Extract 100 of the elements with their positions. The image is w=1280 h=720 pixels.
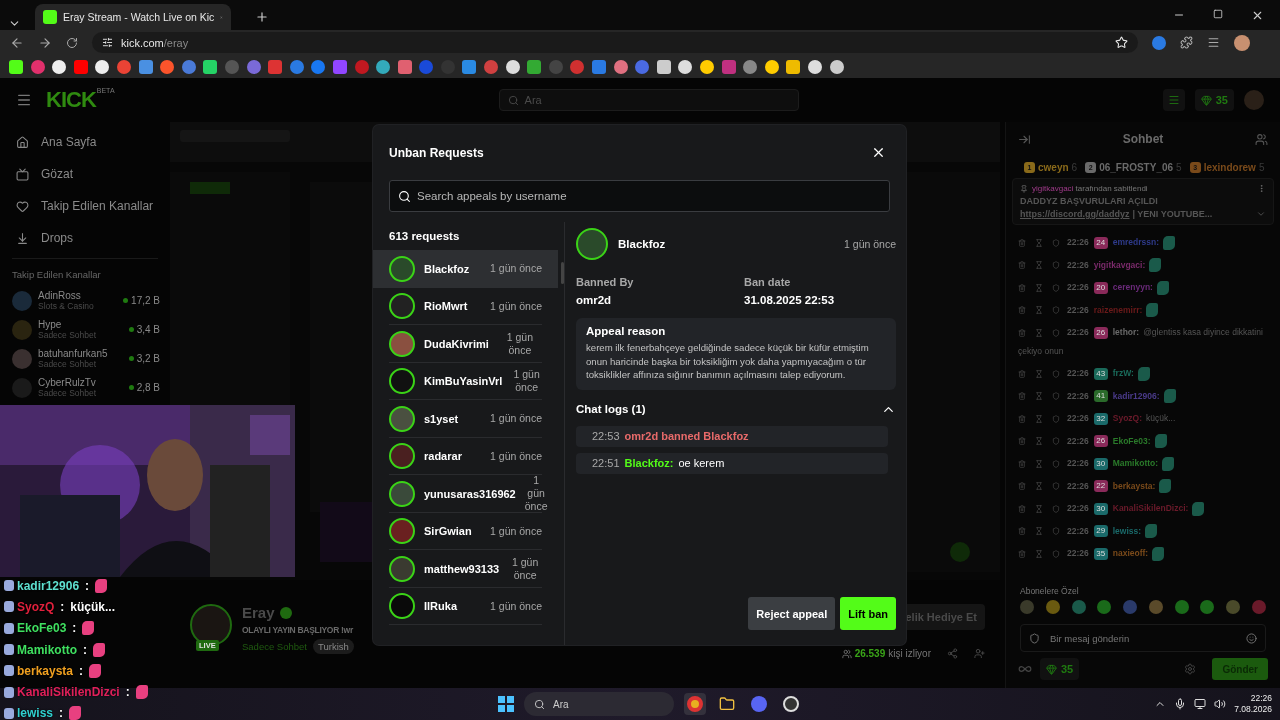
trash-icon[interactable]	[1018, 459, 1026, 468]
emote-icon[interactable]	[1071, 600, 1086, 614]
trash-icon[interactable]	[1018, 283, 1026, 292]
hourglass-icon[interactable]	[1035, 238, 1043, 247]
taskbar-search[interactable]: Ara	[524, 692, 674, 716]
restore-icon[interactable]	[1213, 8, 1223, 19]
trash-icon[interactable]	[1018, 437, 1026, 446]
hourglass-icon[interactable]	[1035, 306, 1043, 315]
settings-icon[interactable]	[1184, 663, 1197, 675]
collapse-chat-icon[interactable]	[1018, 132, 1031, 146]
bookmark-star-icon[interactable]	[1115, 36, 1128, 49]
hourglass-icon[interactable]	[1035, 482, 1043, 491]
trash-icon[interactable]	[1018, 369, 1026, 378]
channel-item[interactable]: AdinRoss Slots & Casino 17,2 B	[12, 286, 170, 315]
nav-item[interactable]: Takip Edilen Kanallar	[12, 190, 170, 222]
hourglass-icon[interactable]	[1035, 261, 1043, 270]
trash-icon[interactable]	[1018, 238, 1026, 247]
message-field[interactable]: Bir mesaj gönderin	[1020, 624, 1266, 652]
trash-icon[interactable]	[1018, 328, 1026, 337]
back-icon[interactable]	[10, 35, 24, 50]
follow-icon[interactable]	[974, 648, 985, 659]
profile-avatar[interactable]	[1234, 34, 1250, 51]
chat-message: 22:26 29 lewiss:	[1018, 521, 1272, 540]
section-title: Takip Edilen Kanallar	[12, 269, 102, 280]
trash-icon[interactable]	[1018, 306, 1026, 315]
hourglass-icon[interactable]	[1035, 392, 1043, 401]
bookmark-icon[interactable]	[786, 59, 801, 74]
badge-icon	[4, 622, 14, 634]
request-item[interactable]: IlRuka 1 gün önce	[373, 587, 558, 625]
emote-icon[interactable]	[1020, 600, 1034, 614]
channel-item[interactable]: Hype Sadece Sohbet 3,4 B	[12, 315, 170, 344]
share-icon[interactable]	[947, 648, 958, 659]
channel-item[interactable]: batuhanfurkan5 Sadece Sohbet 3,2 B	[12, 344, 170, 373]
channel-item[interactable]: CyberRulzTv Sadece Sohbet 2,8 B	[12, 373, 170, 402]
browser-app-icon[interactable]	[684, 693, 706, 715]
trash-icon[interactable]	[1018, 549, 1026, 558]
emote-icon[interactable]	[1123, 600, 1138, 614]
bookmark-icon[interactable]	[656, 59, 671, 74]
hourglass-icon[interactable]	[1035, 459, 1043, 468]
emote-icon[interactable]	[1226, 600, 1241, 614]
start-icon[interactable]	[498, 696, 514, 712]
clock[interactable]: 22:26 7.08.2026	[1234, 693, 1272, 715]
trash-icon[interactable]	[1018, 414, 1026, 423]
bookmark-icon[interactable]	[376, 59, 391, 74]
emote-icon[interactable]	[1174, 600, 1189, 614]
bookmark-icon[interactable]	[764, 59, 779, 74]
emote-icon[interactable]	[1097, 600, 1112, 614]
channel-name: Eray	[242, 604, 354, 621]
hourglass-icon[interactable]	[1035, 549, 1043, 558]
library-button[interactable]	[1162, 89, 1185, 111]
extensions-icon[interactable]	[1180, 36, 1193, 49]
lift-ban-button[interactable]: Lift ban	[840, 597, 896, 630]
hourglass-icon[interactable]	[1035, 437, 1043, 446]
volume-icon[interactable]	[1214, 698, 1227, 710]
hourglass-icon[interactable]	[1035, 504, 1043, 513]
bookmark-icon[interactable]	[700, 59, 714, 74]
browser-tab[interactable]: Eray Stream - Watch Live on Kic	[35, 4, 231, 30]
emote-icon[interactable]	[1251, 600, 1266, 614]
extension-icon[interactable]	[1152, 35, 1166, 50]
hourglass-icon[interactable]	[1035, 527, 1043, 536]
points-button[interactable]: 35	[1194, 89, 1234, 111]
mic-icon[interactable]	[1174, 698, 1187, 710]
bookmark-icon[interactable]	[52, 59, 67, 74]
hourglass-icon[interactable]	[1035, 283, 1043, 292]
bookmark-icon[interactable]	[807, 59, 822, 74]
bookmark-icon[interactable]	[505, 59, 520, 74]
bookmark-icon[interactable]	[9, 59, 23, 74]
bookmark-icon[interactable]	[829, 59, 844, 74]
bookmark-icon[interactable]	[678, 59, 693, 74]
bookmark-icon[interactable]	[95, 59, 110, 74]
trash-icon[interactable]	[1018, 482, 1026, 491]
emote-icon[interactable]	[1200, 600, 1215, 614]
trash-icon[interactable]	[1018, 504, 1026, 513]
emote-icon[interactable]	[1148, 600, 1163, 614]
users-icon[interactable]	[1255, 132, 1268, 146]
hourglass-icon[interactable]	[1035, 369, 1043, 378]
overlay-chat-line: SyozQ : küçük...	[0, 596, 148, 618]
nav-item[interactable]: Ana Sayfa	[12, 126, 170, 158]
reload-icon[interactable]	[66, 36, 78, 49]
emoji-icon[interactable]	[1246, 632, 1257, 644]
display-icon[interactable]	[1194, 698, 1207, 710]
site-info-icon[interactable]	[102, 37, 113, 48]
menu-icon[interactable]	[16, 92, 32, 108]
hourglass-icon[interactable]	[1035, 328, 1043, 337]
more-icon[interactable]	[1257, 184, 1266, 193]
emote-icon[interactable]	[1045, 600, 1060, 614]
trash-icon[interactable]	[1018, 261, 1026, 270]
address-field[interactable]: kick.com/eray	[92, 32, 1138, 53]
bookmark-icon[interactable]	[203, 59, 218, 74]
nav-item[interactable]: Gözat	[12, 158, 170, 190]
trash-icon[interactable]	[1018, 392, 1026, 401]
trash-icon[interactable]	[1018, 527, 1026, 536]
points-button[interactable]: 35	[1040, 658, 1080, 680]
language-tag[interactable]: Turkish	[313, 639, 354, 654]
new-tab-icon[interactable]	[255, 10, 269, 24]
nav-item[interactable]: Drops	[12, 222, 170, 254]
reject-button[interactable]: Reject appeal	[748, 597, 836, 630]
forward-icon[interactable]	[38, 35, 52, 50]
expand-icon[interactable]	[1256, 209, 1266, 219]
hourglass-icon[interactable]	[1035, 414, 1043, 423]
